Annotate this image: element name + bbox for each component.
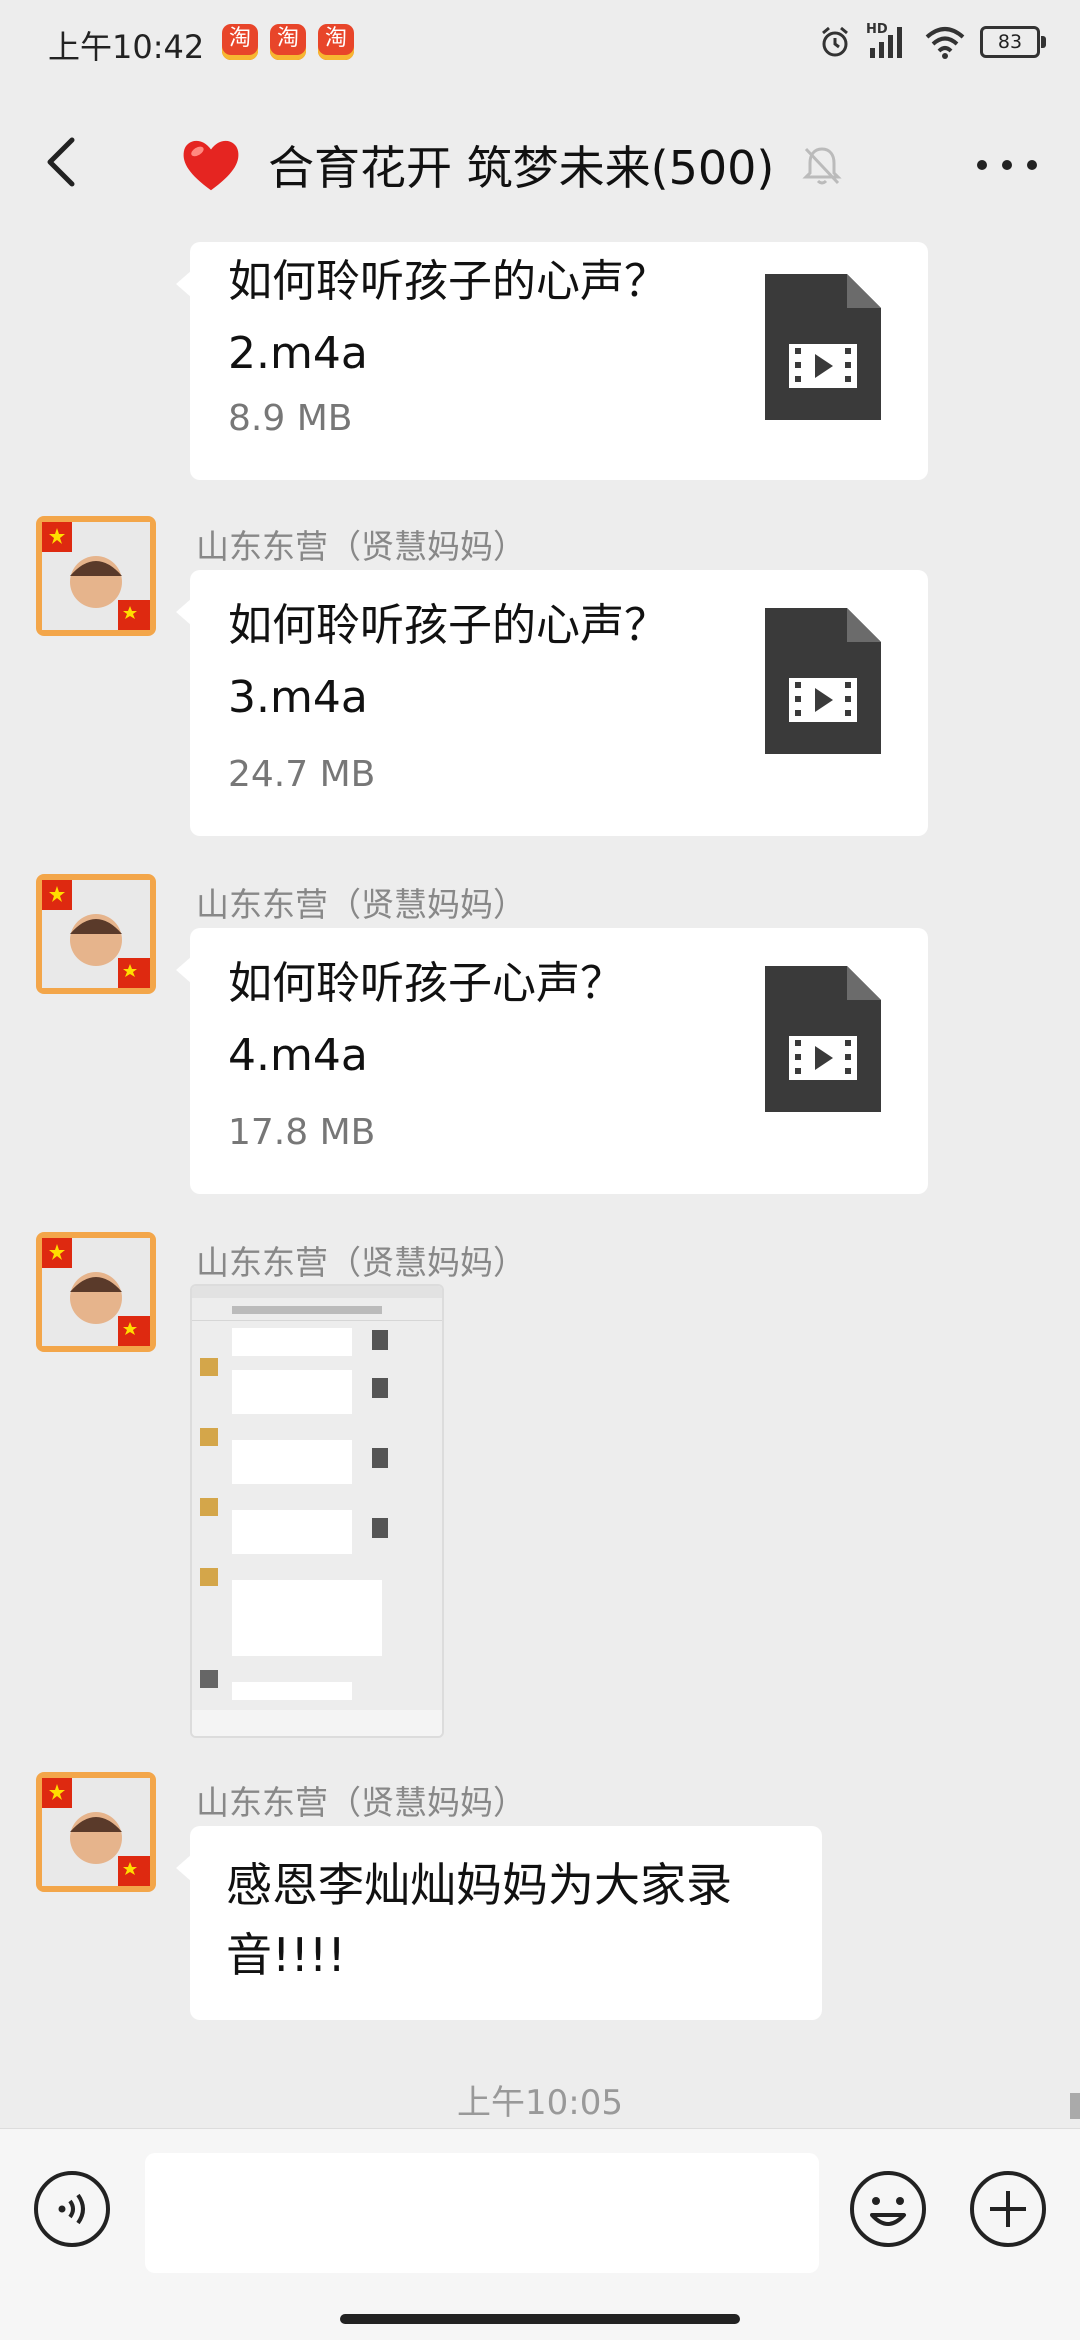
plus-icon[interactable]	[968, 2169, 1048, 2249]
file-name: 如何聆听孩子心声？4.m4a	[228, 958, 624, 1081]
file-message-bubble[interactable]: 如何聆听孩子心声？4.m4a 17.8 MB	[176, 928, 928, 1194]
file-message-bubble[interactable]: 如何聆听孩子的心声？2.m4a 8.9 MB	[176, 242, 928, 480]
system-nav-bar	[0, 2276, 1080, 2340]
muted-bell-icon	[802, 147, 842, 185]
screenshot-image-message[interactable]	[190, 1284, 444, 1738]
chat-title: 合育花开 筑梦未来(500)	[268, 141, 775, 195]
message-timestamp: 上午10:05	[457, 2083, 623, 2123]
text-message-bubble[interactable]: 感恩李灿灿妈妈为大家录音!!!!	[176, 1826, 822, 2020]
signal-icon: HD	[866, 22, 910, 60]
emoji-icon[interactable]	[848, 2169, 928, 2249]
notification-icons: 淘 淘 淘	[222, 24, 354, 60]
taobao-notification-icon: 淘	[270, 24, 306, 60]
chat-header: 合育花开 筑梦未来(500)	[0, 92, 1080, 240]
status-time: 上午10:42	[48, 28, 205, 66]
file-name: 如何聆听孩子的心声？2.m4a	[228, 256, 668, 379]
scrollbar[interactable]	[1070, 2093, 1080, 2119]
status-bar: 上午10:42 淘 淘 淘 HD 83	[0, 0, 1080, 92]
file-size: 17.8 MB	[228, 1112, 376, 1153]
sender-name: 山东东营（贤慧妈妈）	[196, 1783, 526, 1822]
file-size: 8.9 MB	[228, 398, 353, 439]
sender-avatar[interactable]	[36, 1772, 156, 1892]
taobao-notification-icon: 淘	[222, 24, 258, 60]
chat-input-bar	[0, 2128, 1080, 2277]
file-message-bubble[interactable]: 如何聆听孩子的心声？3.m4a 24.7 MB	[176, 570, 928, 836]
video-file-icon	[765, 274, 881, 420]
more-options-icon[interactable]	[972, 150, 1042, 180]
status-right: HD 83	[818, 22, 1046, 60]
home-indicator[interactable]	[340, 2314, 740, 2324]
sender-name: 山东东营（贤慧妈妈）	[196, 885, 526, 924]
heart-icon	[183, 140, 239, 191]
battery-indicator: 83	[980, 26, 1046, 58]
video-file-icon	[765, 608, 881, 754]
file-size: 24.7 MB	[228, 754, 376, 795]
taobao-notification-icon: 淘	[318, 24, 354, 60]
chat-title-area[interactable]: 合育花开 筑梦未来(500)	[180, 132, 844, 198]
message-input[interactable]	[145, 2153, 819, 2273]
hd-label: HD	[866, 22, 888, 37]
file-name: 如何聆听孩子的心声？3.m4a	[228, 600, 668, 723]
sender-name: 山东东营（贤慧妈妈）	[196, 1243, 526, 1282]
voice-input-icon[interactable]	[32, 2169, 112, 2249]
sender-name: 山东东营（贤慧妈妈）	[196, 527, 526, 566]
back-arrow-icon[interactable]	[36, 134, 92, 190]
message-text: 感恩李灿灿妈妈为大家录音!!!!	[226, 1858, 732, 1982]
video-file-icon	[765, 966, 881, 1112]
alarm-icon	[822, 26, 848, 57]
sender-avatar[interactable]	[36, 1232, 156, 1352]
sender-avatar[interactable]	[36, 874, 156, 994]
wifi-icon	[925, 27, 965, 59]
sender-avatar[interactable]	[36, 516, 156, 636]
screenshot-thumbnail	[192, 1286, 442, 1736]
